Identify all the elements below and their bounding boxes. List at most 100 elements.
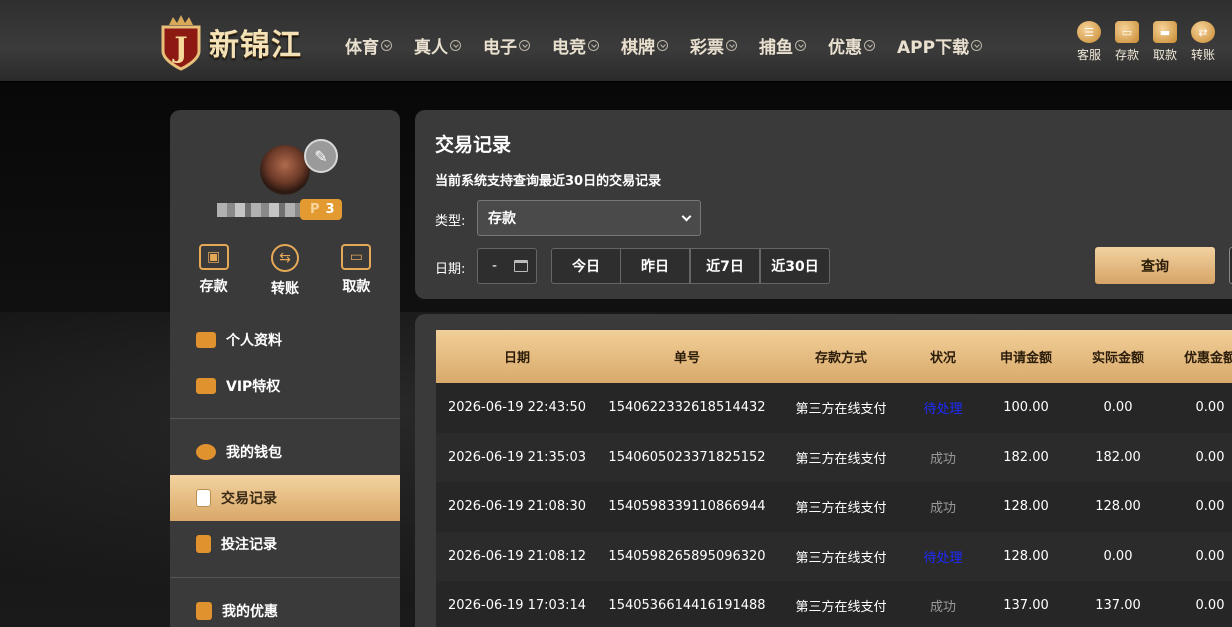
range-yesterday-button[interactable]: 昨日 <box>620 248 690 284</box>
date-value: - <box>492 258 498 274</box>
wallet-icon: ▣ <box>198 244 229 270</box>
sidebar-item-wallet[interactable]: 我的钱包 <box>170 429 400 475</box>
col-method: 存款方式 <box>814 351 867 366</box>
cell-method: 第三方在线支付 <box>795 402 887 418</box>
type-select[interactable]: 存款 <box>477 200 701 236</box>
wallet-icon: ▭ <box>1115 21 1139 43</box>
piggy-bank-icon <box>196 444 216 460</box>
cell-bonus: 0.00 <box>1195 548 1225 564</box>
cell-status: 待处理 <box>923 550 963 566</box>
cell-bonus: 0.00 <box>1195 499 1225 515</box>
sidebar-deposit-button[interactable]: ▣ 存款 <box>184 244 244 298</box>
cell-actual: 128.00 <box>1095 499 1141 515</box>
edit-profile-button[interactable]: ✎ <box>304 139 338 173</box>
cell-method: 第三方在线支付 <box>795 550 887 566</box>
avatar <box>260 145 310 195</box>
cell-actual: 0.00 <box>1103 400 1133 416</box>
chevron-down-icon <box>519 40 530 51</box>
cell-date: 2026-06-19 21:35:03 <box>447 449 587 465</box>
nav-fishing[interactable]: 捕鱼 <box>759 33 806 58</box>
chevron-down-icon <box>681 211 692 222</box>
page-title: 交易记录 <box>435 134 512 156</box>
nav-cards[interactable]: 棋牌 <box>621 33 668 58</box>
cell-requested: 137.00 <box>1003 598 1049 614</box>
range-30days-button[interactable]: 近30日 <box>760 248 830 284</box>
customer-service-button[interactable]: ☰ 客服 <box>1070 21 1108 63</box>
menu-label: VIP特权 <box>226 379 281 395</box>
vip-card-icon <box>196 378 216 394</box>
wallet-actions: ▣ 存款 ⇆ 转账 ▭ 取款 <box>170 244 400 298</box>
vip-prefix: P <box>310 202 320 217</box>
range-today-button[interactable]: 今日 <box>551 248 621 284</box>
cell-method: 第三方在线支付 <box>795 501 887 517</box>
nav-slots[interactable]: 电子 <box>483 33 530 58</box>
tool-label: 客服 <box>1076 48 1101 62</box>
menu-label: 交易记录 <box>221 491 277 507</box>
vip-badge: P 3 <box>300 199 342 220</box>
sidebar-transfer-button[interactable]: ⇆ 转账 <box>255 244 315 298</box>
sidebar-item-vip[interactable]: VIP特权 <box>170 363 400 409</box>
table-row: 2026-06-19 21:08:12 1540598265895096320 … <box>436 531 1232 581</box>
wallet-action-label: 取款 <box>342 279 371 295</box>
deposit-button[interactable]: ▭ 存款 <box>1108 21 1146 63</box>
col-requested: 申请金额 <box>999 351 1052 366</box>
site-logo[interactable]: J 新锦江 <box>155 14 302 71</box>
cell-order-no: 1540598265895096320 <box>608 548 766 564</box>
cell-method: 第三方在线支付 <box>795 451 887 467</box>
nav-esports[interactable]: 电竞 <box>552 33 599 58</box>
cell-actual: 182.00 <box>1095 449 1141 465</box>
transfer-button[interactable]: ⇄ 转账 <box>1184 21 1222 63</box>
cell-bonus: 0.00 <box>1195 449 1225 465</box>
col-bonus: 优惠金额 <box>1183 351 1232 366</box>
nav-lottery[interactable]: 彩票 <box>690 33 737 58</box>
cell-status: 待处理 <box>923 402 963 418</box>
nav-label: 电竞 <box>552 38 586 58</box>
cell-date: 2026-06-19 22:43:50 <box>447 400 587 416</box>
divider <box>170 577 400 578</box>
clipboard-icon <box>196 535 211 553</box>
cell-bonus: 0.00 <box>1195 400 1225 416</box>
nav-label: 捕鱼 <box>759 38 793 58</box>
cell-date: 2026-06-19 21:08:30 <box>447 499 587 515</box>
chevron-down-icon <box>971 40 983 51</box>
range-7days-button[interactable]: 近7日 <box>690 248 760 284</box>
sidebar-item-transactions[interactable]: 交易记录 <box>170 475 400 521</box>
chevron-down-icon <box>657 40 668 51</box>
menu-group-promo: 我的优惠 <box>170 588 400 627</box>
cell-actual: 137.00 <box>1095 598 1141 614</box>
menu-group-wallet: 我的钱包 交易记录 投注记录 <box>170 429 400 567</box>
logo-letter: J <box>171 31 187 64</box>
chevron-down-icon <box>864 40 875 51</box>
tool-label: 取款 <box>1152 48 1177 62</box>
chat-icon: ☰ <box>1077 21 1101 43</box>
chevron-down-icon <box>588 40 599 51</box>
nav-label: 棋牌 <box>621 38 655 58</box>
date-range-input[interactable]: - <box>477 248 537 284</box>
cell-order-no: 1540536614416191488 <box>608 598 766 614</box>
type-select-value: 存款 <box>488 211 516 227</box>
purse-icon: ▬ <box>1153 21 1177 43</box>
nav-live[interactable]: 真人 <box>414 33 461 58</box>
nav-promotions[interactable]: 优惠 <box>828 33 875 58</box>
cell-date: 2026-06-19 17:03:14 <box>447 598 587 614</box>
sidebar-withdraw-button[interactable]: ▭ 取款 <box>326 244 386 298</box>
sidebar-item-my-promotions[interactable]: 我的优惠 <box>170 588 400 627</box>
nav-app-download[interactable]: APP下载 <box>897 33 983 58</box>
wallet-action-label: 转账 <box>270 281 299 297</box>
nav-label: 真人 <box>414 38 448 58</box>
sidebar-item-bet-history[interactable]: 投注记录 <box>170 521 400 567</box>
query-button[interactable]: 查询 <box>1095 247 1215 284</box>
nav-sports[interactable]: 体育 <box>345 33 392 58</box>
header-tools: ☰ 客服 ▭ 存款 ▬ 取款 ⇄ 转账 <box>1070 21 1222 63</box>
sidebar-item-profile[interactable]: 个人资料 <box>170 317 400 363</box>
filter-panel: 交易记录 当前系统支持查询最近30日的交易记录 类型: 存款 日期: - 今日 … <box>415 110 1232 299</box>
menu-label: 个人资料 <box>226 333 282 349</box>
cell-requested: 182.00 <box>1003 449 1049 465</box>
chevron-down-icon <box>726 40 737 51</box>
withdraw-button[interactable]: ▬ 取款 <box>1146 21 1184 63</box>
gift-icon <box>196 602 212 620</box>
cell-requested: 128.00 <box>1003 499 1049 515</box>
cell-requested: 100.00 <box>1003 400 1049 416</box>
col-status: 状况 <box>929 351 956 366</box>
card-icon: ▭ <box>341 244 372 270</box>
